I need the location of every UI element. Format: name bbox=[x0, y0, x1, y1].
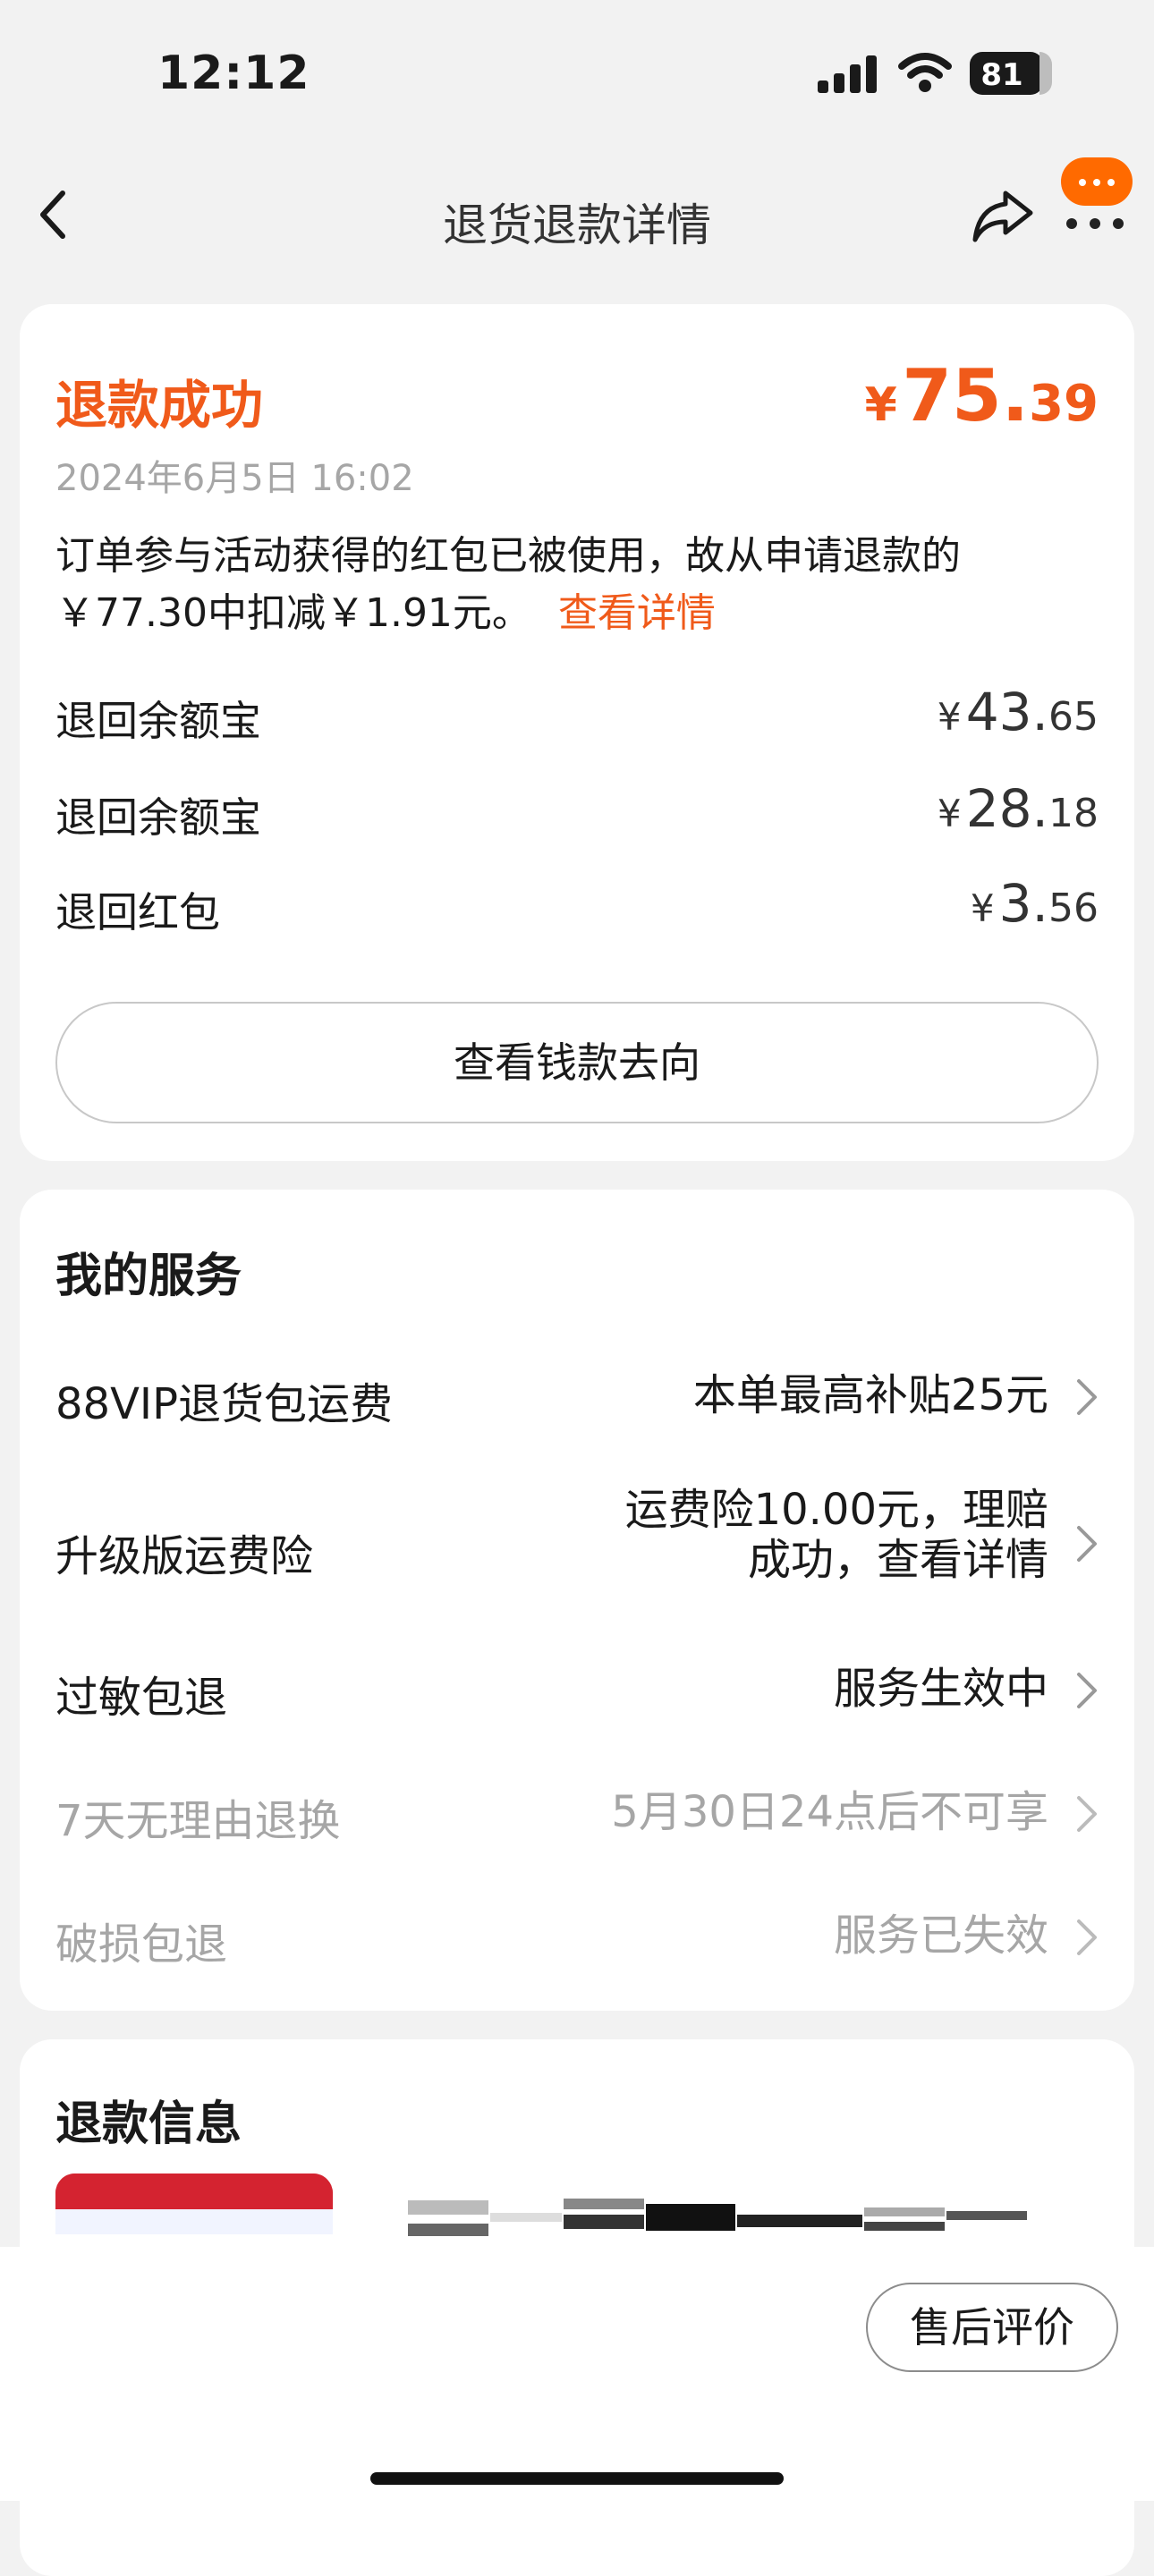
service-value-line: 运费险10.00元，理赔 bbox=[624, 1485, 1048, 1535]
chevron-right-icon bbox=[1077, 1526, 1097, 1562]
service-name: 7天无理由退换 bbox=[55, 1796, 341, 1846]
share-icon[interactable] bbox=[970, 188, 1036, 245]
refund-row-amount: ¥ 3.56 bbox=[970, 873, 1099, 934]
refund-info-title: 退款信息 bbox=[55, 2097, 242, 2151]
more-icon[interactable] bbox=[1056, 157, 1145, 243]
service-row-shipping-insurance[interactable]: 升级版运费险 运费险10.00元，理赔 成功，查看详情 bbox=[55, 1485, 1099, 1601]
service-name: 升级版运费险 bbox=[55, 1531, 314, 1581]
refund-date: 2024年6月5日 16:02 bbox=[55, 458, 414, 499]
service-name: 过敏包退 bbox=[55, 1673, 228, 1723]
refund-row-amount: ¥ 43.65 bbox=[937, 682, 1099, 742]
battery-level: 81 bbox=[980, 57, 1023, 93]
chevron-right-icon bbox=[1077, 1379, 1097, 1415]
nav-bar: 退货退款详情 bbox=[0, 152, 1154, 277]
refund-status-card: 退款成功 ¥ 75.39 2024年6月5日 16:02 订单参与活动获得的红包… bbox=[20, 304, 1134, 1161]
bottom-action-bar: 售后评价 bbox=[0, 2247, 1154, 2501]
signal-icon bbox=[818, 55, 877, 93]
service-value: 本单最高补贴25元 bbox=[692, 1370, 1048, 1420]
refund-status-title: 退款成功 bbox=[55, 375, 264, 436]
home-indicator bbox=[370, 2472, 784, 2485]
status-time: 12:12 bbox=[157, 47, 310, 100]
refund-row-label: 退回余额宝 bbox=[55, 793, 261, 842]
wifi-icon bbox=[898, 53, 952, 92]
service-value: 服务生效中 bbox=[833, 1664, 1048, 1714]
service-row-damage-return[interactable]: 破损包退 服务已失效 bbox=[55, 1900, 1099, 1971]
services-card: 我的服务 88VIP退货包运费 本单最高补贴25元 升级版运费险 运费险10.0… bbox=[20, 1190, 1134, 2011]
product-title-redacted bbox=[408, 2199, 1027, 2236]
refund-breakdown-row: 退回余额宝 ¥ 43.65 bbox=[55, 678, 1099, 750]
service-row-7day-return[interactable]: 7天无理由退换 5月30日24点后不可享 bbox=[55, 1776, 1099, 1848]
service-name: 破损包退 bbox=[55, 1919, 228, 1970]
service-row-allergy-return[interactable]: 过敏包退 服务生效中 bbox=[55, 1653, 1099, 1724]
refund-total-amount: ¥ 75.39 bbox=[864, 354, 1099, 437]
track-money-button[interactable]: 查看钱款去向 bbox=[55, 1002, 1099, 1123]
deduction-notice-text: 订单参与活动获得的红包已被使用，故从申请退款的￥77.30中扣减￥1.91元。 bbox=[55, 533, 961, 636]
chevron-right-icon bbox=[1077, 1919, 1097, 1955]
status-bar: 12:12 81 bbox=[0, 0, 1154, 152]
refund-row-label: 退回余额宝 bbox=[55, 697, 261, 745]
view-details-link[interactable]: 查看详情 bbox=[558, 590, 716, 636]
service-row-88vip[interactable]: 88VIP退货包运费 本单最高补贴25元 bbox=[55, 1360, 1099, 1431]
battery-icon: 81 bbox=[970, 52, 1052, 95]
refund-row-label: 退回红包 bbox=[55, 888, 220, 936]
service-value: 5月30日24点后不可享 bbox=[611, 1787, 1048, 1837]
service-value-line: 成功，查看详情 bbox=[747, 1535, 1048, 1585]
service-value: 运费险10.00元，理赔 成功，查看详情 bbox=[625, 1485, 1048, 1585]
refund-breakdown-row: 退回红包 ¥ 3.56 bbox=[55, 869, 1099, 941]
service-name: 88VIP退货包运费 bbox=[55, 1379, 394, 1429]
refund-breakdown-row: 退回余额宝 ¥ 28.18 bbox=[55, 775, 1099, 846]
chevron-right-icon bbox=[1077, 1796, 1097, 1832]
service-value: 服务已失效 bbox=[833, 1911, 1048, 1961]
after-sales-review-button[interactable]: 售后评价 bbox=[866, 2283, 1118, 2372]
chevron-right-icon bbox=[1077, 1673, 1097, 1708]
services-title: 我的服务 bbox=[55, 1250, 242, 1303]
deduction-notice: 订单参与活动获得的红包已被使用，故从申请退款的￥77.30中扣减￥1.91元。查… bbox=[55, 528, 1099, 642]
refund-row-amount: ¥ 28.18 bbox=[937, 778, 1099, 839]
